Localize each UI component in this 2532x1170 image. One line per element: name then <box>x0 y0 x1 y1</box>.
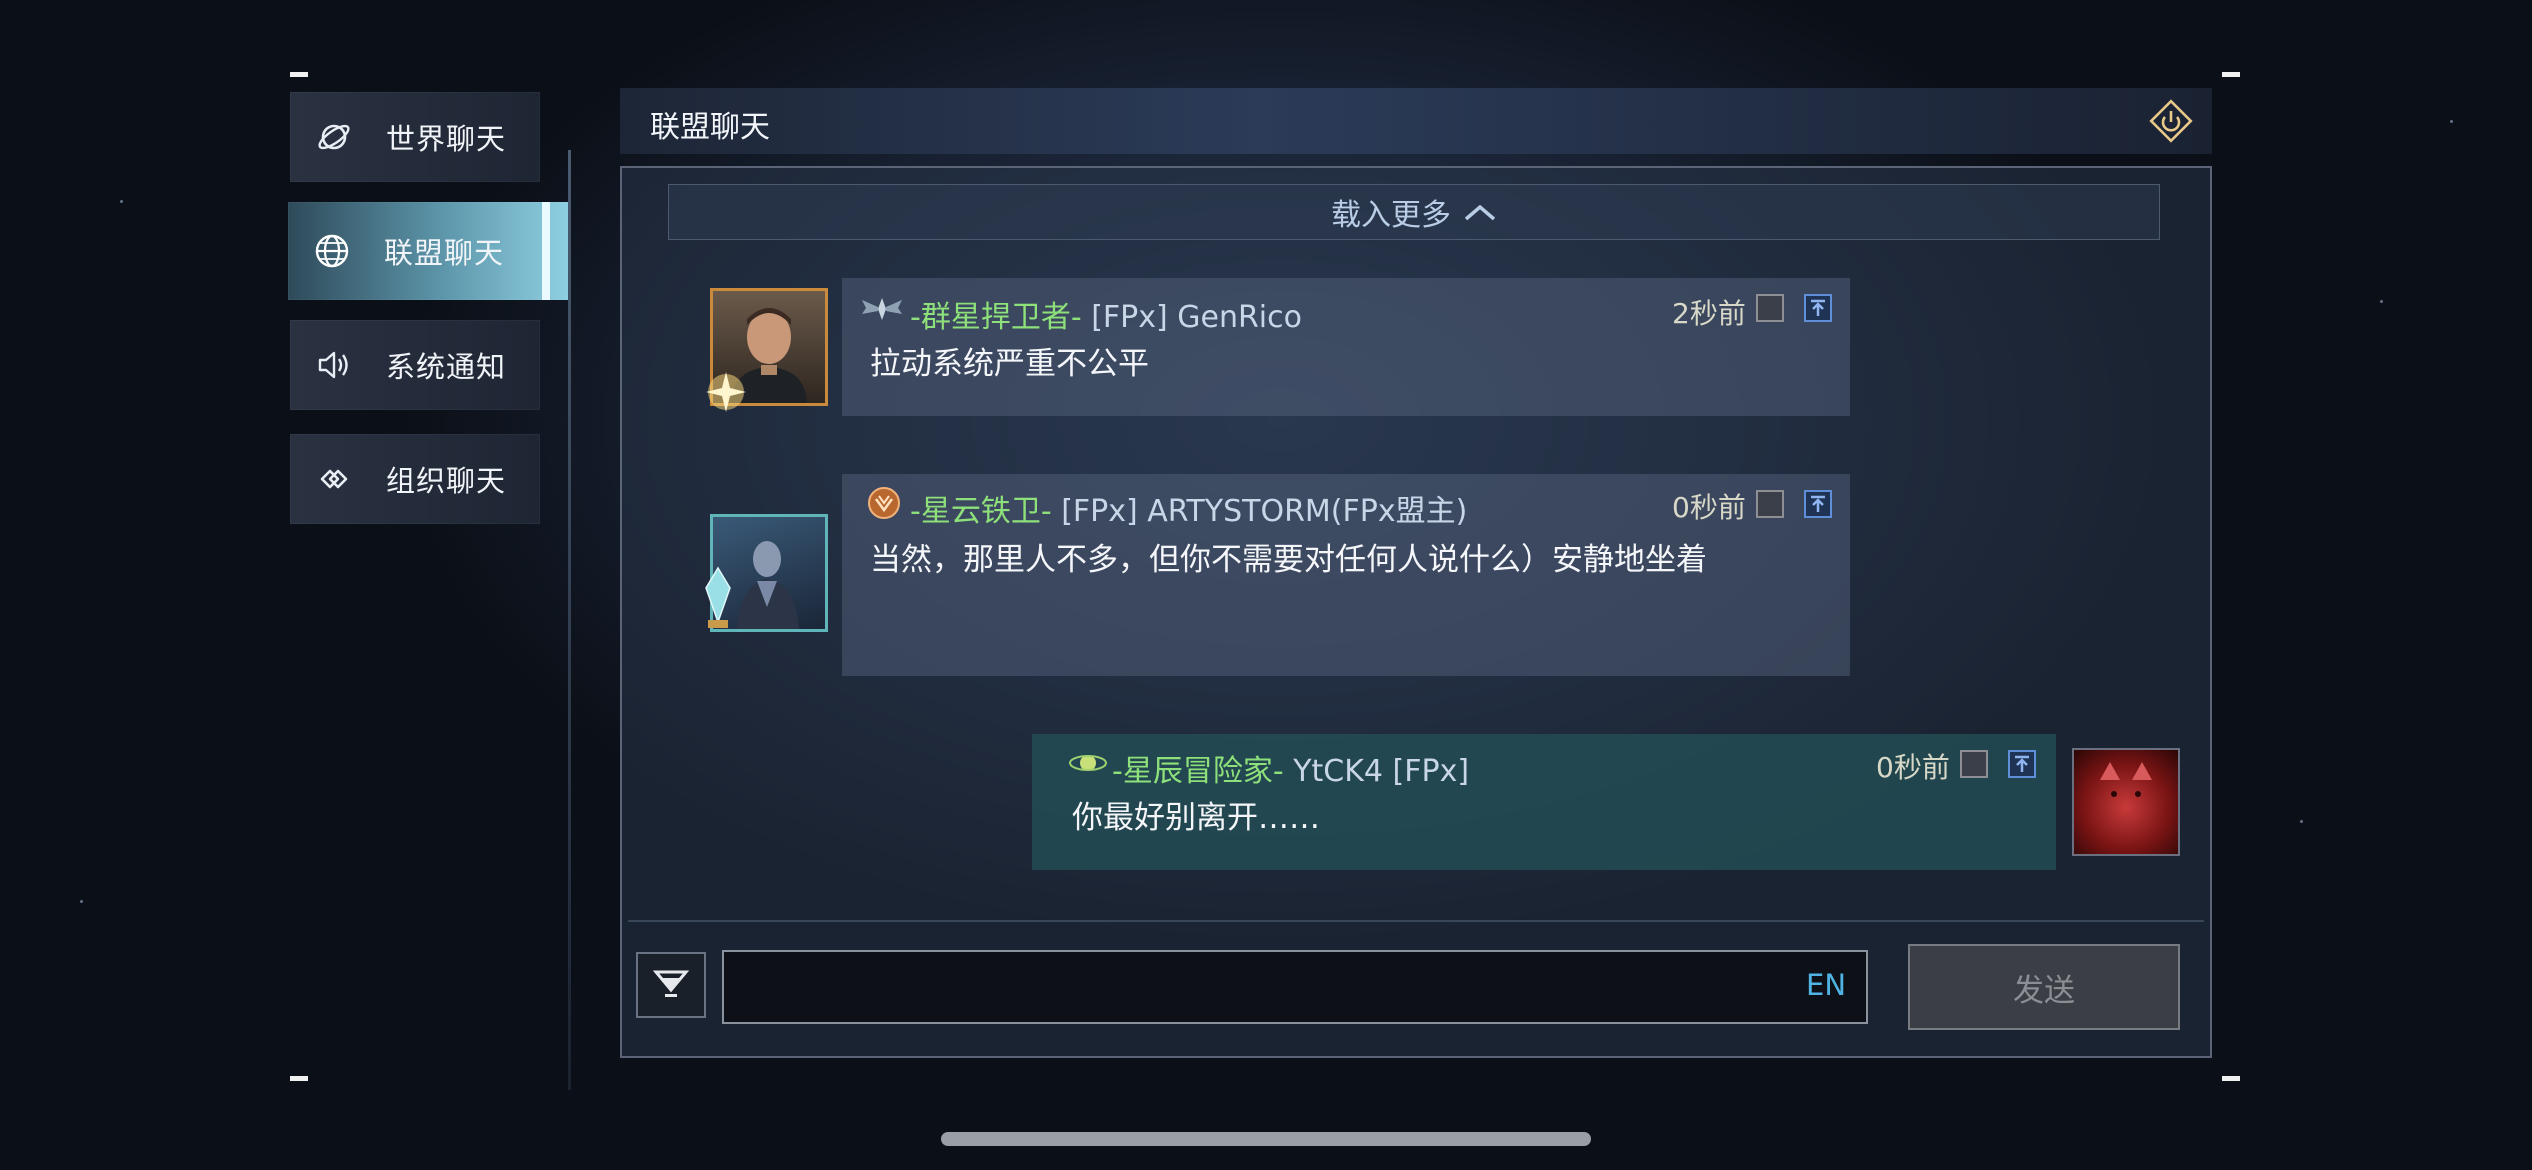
active-indicator <box>542 202 550 300</box>
corner-marker <box>2222 1076 2240 1081</box>
sender-rank: -星辰冒险家- <box>1112 754 1284 789</box>
pin-button[interactable] <box>1804 294 1832 322</box>
input-divider <box>628 920 2204 922</box>
avatar[interactable] <box>2072 748 2180 856</box>
globe-icon <box>314 233 350 269</box>
rank-crystal-icon <box>705 566 731 628</box>
rank-badge-icon <box>706 372 746 412</box>
planet-icon <box>316 119 352 155</box>
send-button[interactable]: 发送 <box>1908 944 2180 1030</box>
tab-label: 世界聊天 <box>386 122 507 156</box>
sidebar-divider <box>568 150 571 1090</box>
tab-world-chat[interactable]: 世界聊天 <box>290 92 540 182</box>
load-more-button[interactable]: 载入更多 <box>668 184 2160 240</box>
sender-rank: -群星捍卫者- <box>910 300 1082 335</box>
chat-input[interactable] <box>722 950 1868 1024</box>
message-time: 0秒前 <box>1876 751 1950 784</box>
speaker-icon <box>316 347 352 383</box>
power-icon[interactable] <box>2148 98 2194 144</box>
tab-alliance-chat[interactable]: 联盟聊天 <box>288 202 570 300</box>
sender-name[interactable]: -星辰冒险家- YtCK4 [FPx] <box>1112 746 1469 790</box>
report-button[interactable] <box>1960 750 1988 778</box>
tab-label: 联盟聊天 <box>384 236 505 270</box>
message-time: 2秒前 <box>1672 297 1746 330</box>
home-indicator <box>941 1132 1591 1146</box>
language-toggle[interactable]: EN <box>1806 968 1846 1002</box>
link-icon <box>316 461 352 497</box>
pin-button[interactable] <box>1804 490 1832 518</box>
corner-marker <box>290 1076 308 1081</box>
report-button[interactable] <box>1756 490 1784 518</box>
message-time: 0秒前 <box>1672 491 1746 524</box>
corner-marker <box>2222 72 2240 77</box>
arrow-up-icon <box>1811 299 1825 316</box>
expand-button[interactable] <box>636 952 706 1018</box>
tab-org-chat[interactable]: 组织聊天 <box>290 434 540 524</box>
message-text: 你最好别离开…… <box>1072 800 1320 836</box>
sender-name[interactable]: -群星捍卫者- [FPx] GenRico <box>910 292 1302 336</box>
message-text: 拉动系统严重不公平 <box>870 346 1149 382</box>
tab-label: 组织聊天 <box>386 464 507 498</box>
chevron-down-icon <box>652 970 690 997</box>
pin-button[interactable] <box>2008 750 2036 778</box>
sender-rank: -星云铁卫- <box>910 494 1052 529</box>
rank-emblem-icon <box>868 487 900 519</box>
load-more-label: 载入更多 <box>1331 198 1451 233</box>
sender-name[interactable]: -星云铁卫- [FPx] ARTYSTORM(FPx盟主) <box>910 486 1467 530</box>
page-title: 联盟聊天 <box>650 110 770 145</box>
arrow-up-icon <box>1811 495 1825 512</box>
tab-system-notice[interactable]: 系统通知 <box>290 320 540 410</box>
sender-player: [FPx] GenRico <box>1091 300 1302 335</box>
rank-orb-icon <box>1069 755 1107 771</box>
tab-label: 系统通知 <box>386 350 507 384</box>
chevron-up-icon <box>1464 204 1496 221</box>
corner-marker <box>290 72 308 77</box>
chat-header: 联盟聊天 <box>620 88 2212 154</box>
sender-player: [FPx] ARTYSTORM(FPx盟主) <box>1061 494 1468 529</box>
message-text: 当然，那里人不多，但你不需要对任何人说什么）安静地坐着 <box>870 542 1707 578</box>
sender-player: YtCK4 [FPx] <box>1293 754 1470 789</box>
report-button[interactable] <box>1756 294 1784 322</box>
arrow-up-icon <box>2015 755 2029 772</box>
rank-wings-icon <box>862 298 902 320</box>
